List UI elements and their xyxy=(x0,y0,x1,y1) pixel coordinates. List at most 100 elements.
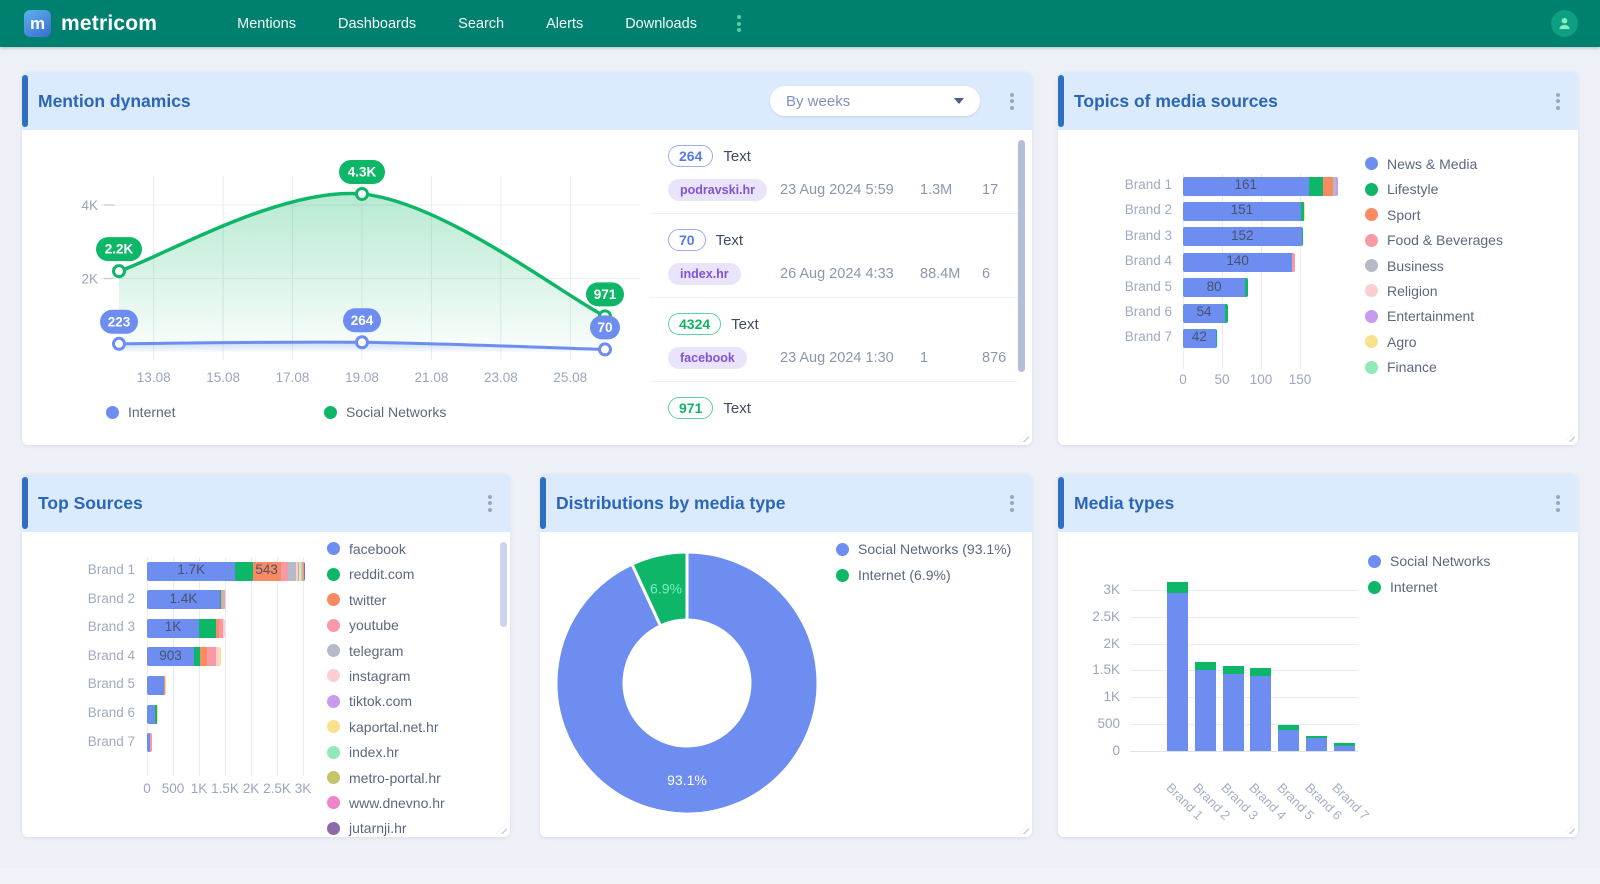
bar-segment-social-networks[interactable] xyxy=(1250,675,1272,751)
bar-segment-telegram[interactable] xyxy=(288,561,296,581)
card-menu-icon[interactable] xyxy=(1006,490,1018,516)
bar-segment-lifestyle[interactable] xyxy=(1308,176,1323,196)
bar-segment-internet[interactable] xyxy=(1194,662,1216,671)
legend-item-sport[interactable]: Sport xyxy=(1365,202,1503,227)
data-point-internet[interactable] xyxy=(112,336,126,351)
mention-list-item[interactable]: 971 Text xyxy=(650,382,1018,433)
bar-segment-social-networks[interactable] xyxy=(1333,746,1355,751)
legend-item-finance[interactable]: Finance xyxy=(1365,354,1503,379)
mention-source-tag[interactable]: index.hr xyxy=(668,263,741,285)
bar-brand-3[interactable] xyxy=(1222,665,1244,751)
legend-item-telegram[interactable]: telegram xyxy=(327,638,445,663)
bar-segment-jutarnji-hr[interactable] xyxy=(303,561,305,581)
bar-segment-lifestyle[interactable] xyxy=(1301,227,1304,247)
legend-item-religion[interactable]: Religion xyxy=(1365,278,1503,303)
mention-source-tag[interactable]: facebook xyxy=(668,347,747,369)
bar-segment-kaportal-net-hr[interactable] xyxy=(156,704,159,724)
nav-item-mentions[interactable]: Mentions xyxy=(237,16,296,32)
legend-dot xyxy=(1365,208,1378,222)
mention-list-item[interactable]: 4324 Text facebook 23 Aug 2024 1:30 1 876 xyxy=(650,298,1018,382)
legend-item-internet-6-9[interactable]: Internet (6.9%) xyxy=(836,562,1011,588)
nav-item-downloads[interactable]: Downloads xyxy=(625,16,697,32)
legend-item-twitter[interactable]: twitter xyxy=(327,587,445,612)
legend-item-youtube[interactable]: youtube xyxy=(327,612,445,637)
bar-segment-kaportal-net-hr[interactable] xyxy=(219,647,222,667)
bar-segment-social-networks[interactable] xyxy=(1222,674,1244,751)
bar-segment-internet[interactable] xyxy=(1222,665,1244,675)
nav-item-search[interactable]: Search xyxy=(458,16,504,32)
legend-item-instagram[interactable]: instagram xyxy=(327,663,445,688)
legend-item-reddit-com[interactable]: reddit.com xyxy=(327,562,445,587)
legend-item-agro[interactable]: Agro xyxy=(1365,329,1503,354)
bar-segment-food-beverages[interactable] xyxy=(1292,252,1295,272)
nav-item-dashboards[interactable]: Dashboards xyxy=(338,16,416,32)
card-menu-icon[interactable] xyxy=(1006,88,1018,114)
bar-segment-agro[interactable] xyxy=(1303,201,1305,221)
legend-item-social-networks[interactable]: Social Networks xyxy=(324,403,446,421)
bar-segment-reddit-com[interactable] xyxy=(235,561,253,581)
bar-segment-reddit-com[interactable] xyxy=(199,618,216,638)
data-point-internet[interactable] xyxy=(355,335,369,350)
legend-item-internet[interactable]: Internet xyxy=(106,403,175,421)
bar-brand-5[interactable] xyxy=(147,675,166,695)
bar-segment-lifestyle[interactable] xyxy=(1245,278,1248,298)
legend-item-facebook[interactable]: facebook xyxy=(327,536,445,561)
user-avatar[interactable] xyxy=(1551,10,1578,37)
mention-source-tag[interactable]: podravski.hr xyxy=(668,179,768,201)
legend-item-entertainment[interactable]: Entertainment xyxy=(1365,304,1503,329)
bar-segment-youtube[interactable] xyxy=(280,561,289,581)
bar-segment-social-networks[interactable] xyxy=(1194,670,1216,751)
bar-brand-5[interactable] xyxy=(1278,725,1300,751)
bar-brand-6[interactable] xyxy=(147,704,159,724)
legend-item-www-dnevno-hr[interactable]: www.dnevno.hr xyxy=(327,790,445,815)
data-point-social-networks[interactable] xyxy=(355,187,369,201)
bar-segment-twitter[interactable] xyxy=(200,647,208,667)
bar-segment-social-networks[interactable] xyxy=(1167,592,1188,751)
nav-item-alerts[interactable]: Alerts xyxy=(546,16,583,32)
bar-segment-sport[interactable] xyxy=(1322,176,1333,196)
bar-brand-1[interactable] xyxy=(1167,581,1188,751)
mention-list-item[interactable]: 70 Text index.hr 26 Aug 2024 4:33 88.4M 6 xyxy=(650,214,1018,298)
legend-item-food-beverages[interactable]: Food & Beverages xyxy=(1365,227,1503,252)
period-select[interactable]: By weeks xyxy=(770,86,980,116)
bar-segment-facebook[interactable] xyxy=(147,704,155,724)
bar-segment-social-networks[interactable] xyxy=(1278,729,1300,751)
legend-scrollbar[interactable] xyxy=(500,542,507,627)
bar-brand-4[interactable] xyxy=(1250,668,1272,751)
bar-segment-facebook[interactable] xyxy=(147,675,165,695)
bar-segment-internet[interactable] xyxy=(1250,668,1272,676)
legend-item-news-media[interactable]: News & Media xyxy=(1365,151,1503,176)
bar-segment-youtube[interactable] xyxy=(207,647,216,667)
legend-item-lifestyle[interactable]: Lifestyle xyxy=(1365,177,1503,202)
bar-brand-7[interactable] xyxy=(147,733,152,753)
resize-handle[interactable] xyxy=(1018,431,1029,442)
data-point-social-networks[interactable] xyxy=(112,264,126,279)
legend-item-social-networks-93-1[interactable]: Social Networks (93.1%) xyxy=(836,536,1011,562)
legend-item-internet[interactable]: Internet xyxy=(1368,574,1490,600)
legend-item-tiktok-com[interactable]: tiktok.com xyxy=(327,689,445,714)
data-point-internet[interactable] xyxy=(598,342,612,357)
brand-logo-icon[interactable]: m xyxy=(24,10,51,37)
bar-segment-social-networks[interactable] xyxy=(1306,738,1327,751)
bar-brand-2[interactable] xyxy=(1194,662,1216,751)
bar-segment-lifestyle[interactable] xyxy=(1215,328,1218,348)
legend-item-index-hr[interactable]: index.hr xyxy=(327,739,445,764)
bar-brand-6[interactable] xyxy=(1306,735,1327,751)
legend-item-social-networks[interactable]: Social Networks xyxy=(1368,548,1490,574)
legend-item-metro-portal-hr[interactable]: metro-portal.hr xyxy=(327,765,445,790)
nav-more-menu-icon[interactable] xyxy=(733,11,745,37)
mention-list-item[interactable]: 264 Text podravski.hr 23 Aug 2024 5:59 1.3M 1… xyxy=(650,130,1018,214)
horizontal-scrollbar-track[interactable] xyxy=(0,868,1600,884)
legend-item-business[interactable]: Business xyxy=(1365,253,1503,278)
bar-segment-kaportal-net-hr[interactable] xyxy=(165,675,166,695)
legend-item-jutarnji-hr[interactable]: jutarnji.hr xyxy=(327,816,445,837)
bar-brand-7[interactable] xyxy=(1333,743,1355,751)
legend-item-kaportal-net-hr[interactable]: kaportal.net.hr xyxy=(327,714,445,739)
bar-segment-instagram[interactable] xyxy=(225,590,226,610)
bar-segment-youtube[interactable] xyxy=(150,733,152,753)
brand-name[interactable]: metricom xyxy=(61,12,157,36)
list-scrollbar[interactable] xyxy=(1018,140,1025,372)
bar-segment-lifestyle[interactable] xyxy=(1225,303,1229,323)
bar-segment-entertainment[interactable] xyxy=(1335,176,1339,196)
bar-segment-internet[interactable] xyxy=(1167,581,1188,593)
